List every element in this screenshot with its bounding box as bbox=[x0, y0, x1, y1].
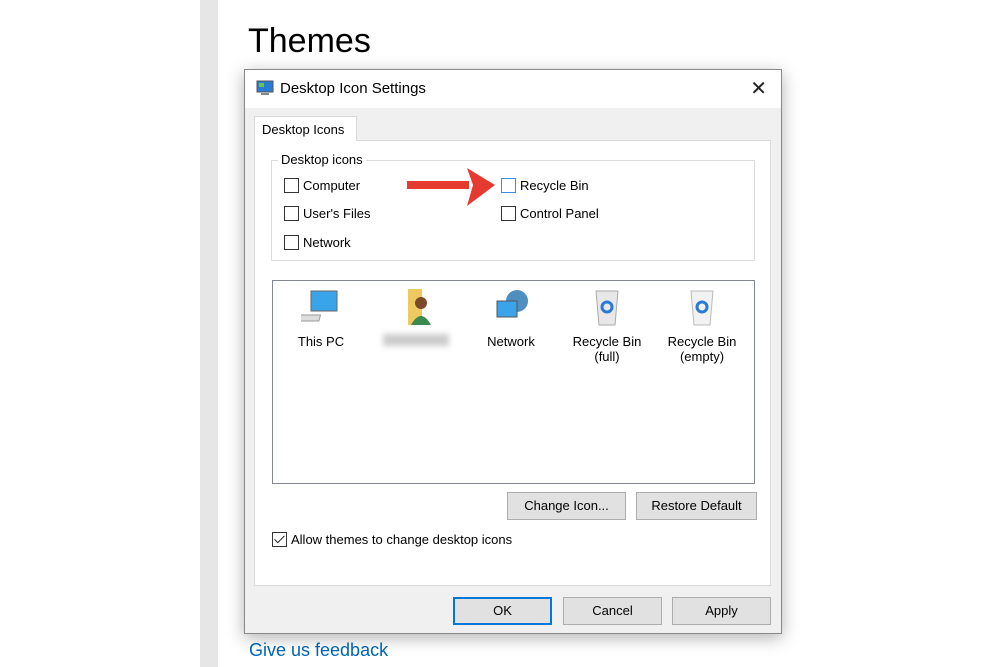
checkbox-network[interactable]: Network bbox=[284, 235, 351, 250]
group-label: Desktop icons bbox=[278, 152, 366, 167]
apply-button[interactable]: Apply bbox=[672, 597, 771, 625]
icon-network[interactable]: Network bbox=[466, 287, 556, 349]
icon-this-pc[interactable]: This PC bbox=[276, 287, 366, 349]
icon-user-files[interactable] bbox=[371, 287, 461, 346]
checkbox-label: User's Files bbox=[303, 206, 371, 221]
recycle-bin-empty-icon bbox=[690, 290, 714, 326]
icon-label-sub: (full) bbox=[594, 349, 620, 364]
checkbox-box[interactable] bbox=[501, 206, 516, 221]
close-button[interactable]: ✕ bbox=[750, 76, 767, 101]
monitor-icon bbox=[294, 290, 338, 322]
cancel-button[interactable]: Cancel bbox=[563, 597, 662, 625]
red-arrow-annotation bbox=[407, 168, 495, 206]
tab-panel: Desktop icons Computer User's Files Netw… bbox=[254, 140, 771, 586]
checkbox-label: Network bbox=[303, 235, 351, 250]
recycle-bin-full-icon bbox=[595, 290, 619, 326]
checkbox-box[interactable] bbox=[284, 178, 299, 193]
checkbox-label: Recycle Bin bbox=[520, 178, 589, 193]
user-folder-icon bbox=[408, 289, 431, 325]
desktop-settings-icon bbox=[256, 80, 274, 95]
checkbox-recycle-bin[interactable]: Recycle Bin bbox=[501, 178, 589, 193]
dialog-title: Desktop Icon Settings bbox=[280, 80, 426, 97]
checkbox-users-files[interactable]: User's Files bbox=[284, 206, 371, 221]
icon-list[interactable]: This PC Network Recycle Bin (full) Recyc… bbox=[272, 280, 755, 484]
icon-recycle-bin-full[interactable]: Recycle Bin (full) bbox=[562, 287, 652, 364]
checkbox-computer[interactable]: Computer bbox=[284, 178, 360, 193]
icon-label: Recycle Bin bbox=[572, 334, 642, 349]
icon-recycle-bin-empty[interactable]: Recycle Bin (empty) bbox=[657, 287, 747, 364]
checkbox-allow-themes[interactable]: Allow themes to change desktop icons bbox=[272, 532, 512, 547]
blurred-username bbox=[383, 334, 449, 346]
ok-button[interactable]: OK bbox=[453, 597, 552, 625]
tab-desktop-icons[interactable]: Desktop Icons bbox=[254, 116, 357, 141]
desktop-icons-group: Desktop icons Computer User's Files Netw… bbox=[271, 152, 755, 261]
checkbox-control-panel[interactable]: Control Panel bbox=[501, 206, 599, 221]
icon-label: Network bbox=[487, 334, 535, 349]
checkbox-label: Control Panel bbox=[520, 206, 599, 221]
restore-default-button[interactable]: Restore Default bbox=[636, 492, 757, 520]
icon-label-sub: (empty) bbox=[679, 349, 725, 364]
icon-label: Recycle Bin bbox=[667, 334, 737, 349]
checkbox-box[interactable] bbox=[284, 235, 299, 250]
title-bar: Desktop Icon Settings ✕ bbox=[245, 70, 781, 108]
checkbox-label: Allow themes to change desktop icons bbox=[291, 532, 513, 547]
checkbox-box[interactable] bbox=[272, 532, 287, 547]
desktop-icon-settings-dialog: Desktop Icon Settings ✕ Desktop Icons De… bbox=[244, 69, 782, 634]
checkbox-box[interactable] bbox=[501, 178, 516, 193]
icon-label: This PC bbox=[297, 334, 345, 349]
network-icon bbox=[496, 290, 528, 318]
page-title: Themes bbox=[248, 22, 371, 60]
change-icon-button[interactable]: Change Icon... bbox=[507, 492, 626, 520]
settings-sidebar-edge bbox=[200, 0, 218, 667]
checkbox-label: Computer bbox=[303, 178, 361, 193]
feedback-link[interactable]: Give us feedback bbox=[249, 640, 388, 661]
checkbox-box[interactable] bbox=[284, 206, 299, 221]
